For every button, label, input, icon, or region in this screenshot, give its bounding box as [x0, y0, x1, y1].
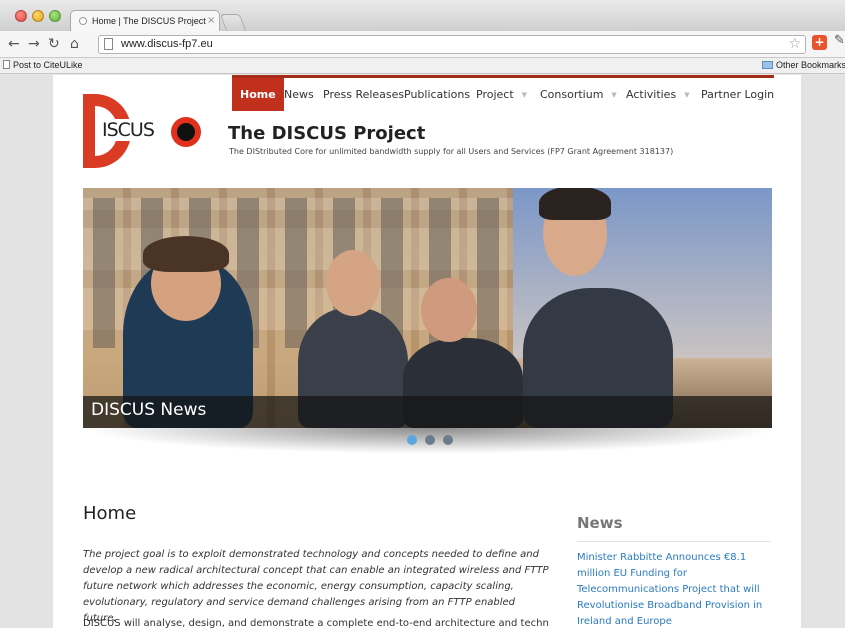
other-bookmarks[interactable]: Other Bookmarks [762, 60, 845, 70]
hero-slider[interactable]: DISCUS News [83, 188, 772, 428]
news-item-link[interactable]: Minister Rabbitte Announces €8.1 million… [577, 550, 767, 628]
url-text[interactable]: www.discus-fp7.eu [121, 38, 213, 50]
photo-person-2-face [326, 250, 380, 316]
news-heading: News [577, 514, 623, 532]
bookmark-citeulike[interactable]: Post to CiteULike [3, 60, 83, 70]
photo-person-1-hat [143, 236, 229, 272]
tab-favicon-icon [79, 17, 87, 25]
nav-consortium-label: Consortium [540, 88, 604, 101]
nav-press-releases[interactable]: Press Releases [323, 78, 404, 111]
window-close-button[interactable] [15, 10, 27, 22]
chevron-down-icon: ▼ [611, 91, 617, 99]
chevron-down-icon: ▼ [521, 91, 528, 99]
slider-dot-2[interactable] [425, 435, 435, 445]
extension-plus-icon[interactable]: + [812, 35, 827, 50]
browser-tab-active[interactable]: Home | The DISCUS Project × [70, 10, 220, 32]
reload-icon[interactable]: ↻ [48, 36, 60, 52]
nav-publications[interactable]: Publications [404, 78, 470, 111]
bookmark-star-icon[interactable]: ☆ [788, 36, 801, 52]
bookmark-label: Post to CiteULike [13, 60, 83, 70]
nav-consortium[interactable]: Consortium ▼ [540, 78, 617, 111]
nav-news[interactable]: News [284, 78, 314, 111]
slider-dot-3[interactable] [443, 435, 453, 445]
page-container: ISCUS Home News Press Releases Publicati… [53, 75, 801, 628]
nav-partner-login[interactable]: Partner Login [701, 78, 774, 111]
slider-caption[interactable]: DISCUS News [91, 400, 206, 420]
chevron-down-icon: ▼ [684, 91, 690, 99]
site-title[interactable]: The DISCUS Project [228, 123, 425, 144]
slider-caption-bar: DISCUS News [83, 396, 772, 428]
bookmark-page-icon [3, 60, 10, 69]
new-tab-button[interactable] [219, 14, 247, 31]
window-titlebar: Home | The DISCUS Project × [0, 0, 845, 32]
nav-project-label: Project [476, 88, 514, 101]
home-icon[interactable]: ⌂ [70, 36, 79, 52]
nav-project[interactable]: Project ▼ [476, 78, 527, 111]
forward-arrow-icon[interactable]: → [28, 36, 40, 52]
nav-activities-label: Activities [626, 88, 677, 101]
bookmarks-bar: Post to CiteULike Other Bookmarks [0, 58, 845, 74]
site-subtitle: The DIStributed Core for unlimited bandw… [229, 147, 674, 156]
browser-toolbar: ← → ↻ ⌂ www.discus-fp7.eu ☆ [0, 31, 845, 58]
logo-text[interactable]: ISCUS [100, 119, 156, 141]
page-icon [104, 38, 113, 50]
body-paragraph: DISCUS will analyse, design, and demonst… [83, 618, 549, 628]
nav-activities[interactable]: Activities ▼ [626, 78, 690, 111]
nav-home[interactable]: Home [232, 78, 284, 111]
photo-person-4-hair [539, 188, 611, 220]
tab-close-icon[interactable]: × [207, 15, 215, 26]
wrench-menu-icon[interactable]: ✎ [834, 33, 845, 48]
page-viewport: ISCUS Home News Press Releases Publicati… [0, 75, 845, 628]
address-bar[interactable]: www.discus-fp7.eu ☆ [98, 35, 806, 54]
page-heading: Home [83, 503, 137, 524]
other-bookmarks-label: Other Bookmarks [776, 60, 845, 70]
logo-ball[interactable] [171, 117, 201, 147]
photo-person-3-face [421, 278, 477, 342]
folder-icon [762, 61, 773, 69]
back-arrow-icon[interactable]: ← [8, 36, 20, 52]
intro-paragraph: The project goal is to exploit demonstra… [83, 549, 549, 624]
window-minimize-button[interactable] [32, 10, 44, 22]
window-zoom-button[interactable] [49, 10, 61, 22]
tab-title: Home | The DISCUS Project [92, 16, 206, 26]
news-divider [577, 541, 771, 542]
slider-dot-1[interactable] [407, 435, 417, 445]
